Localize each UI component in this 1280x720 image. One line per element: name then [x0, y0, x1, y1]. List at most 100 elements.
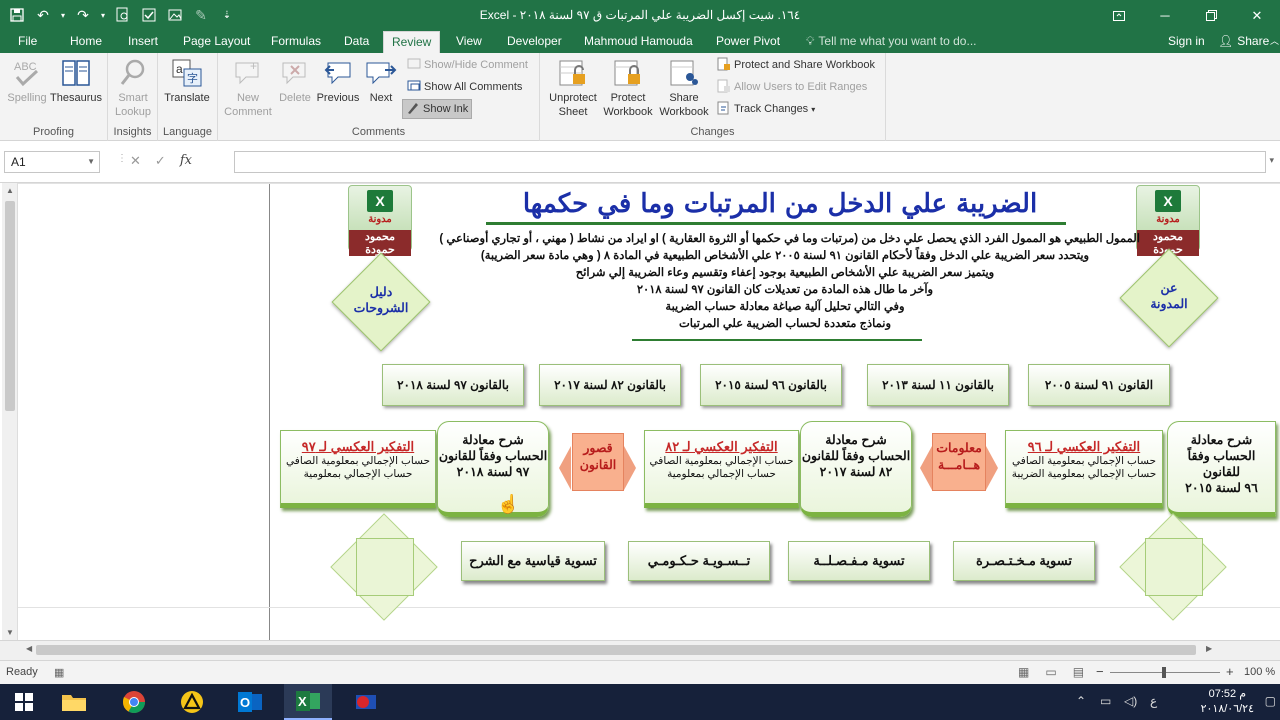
law-gaps-box[interactable]: قصور القانون — [572, 433, 624, 491]
new-comment-button[interactable]: + New Comment — [222, 57, 274, 119]
law-11-2013-button[interactable]: بالقانون ١١ لسنة ٢٠١٣ — [867, 364, 1009, 406]
system-clock[interactable]: 07:52 م ٢٠١٨/٠٦/٢٤ — [1201, 687, 1254, 717]
reverse-thinking-97-card[interactable]: التفكير العكسي لـ ٩٧ حساب الإجمالي بمعلو… — [280, 430, 436, 508]
show-all-comments-button[interactable]: Show All Comments — [404, 77, 525, 97]
vertical-scroll-thumb[interactable] — [5, 201, 15, 411]
law-97-2018-button[interactable]: بالقانون ٩٧ لسنة ٢٠١٨ — [382, 364, 524, 406]
tab-insert[interactable]: Insert — [120, 31, 166, 53]
spelling-button[interactable]: ABC Spelling — [2, 57, 52, 105]
notification-icon[interactable]: ▢ — [1265, 694, 1276, 708]
share-workbook-button[interactable]: Share Workbook — [656, 57, 712, 119]
show-ink-button[interactable]: Show Ink — [402, 99, 473, 119]
macro-recording-icon[interactable]: ▦ — [54, 666, 64, 679]
track-changes-button[interactable]: Track Changes ▾ — [714, 99, 818, 119]
tab-review[interactable]: Review — [383, 31, 440, 53]
tab-data[interactable]: Data — [336, 31, 377, 53]
equation-97-card[interactable]: شرح معادلة الحساب وفقاً للقانون ٩٧ لسنة … — [437, 421, 549, 517]
formula-input[interactable] — [234, 151, 1266, 173]
close-icon[interactable]: ✕ — [1234, 0, 1280, 31]
reverse-thinking-97-line-2: حساب الإجمالي بمعلومية — [303, 468, 413, 480]
equation-96-card[interactable]: شرح معادلة الحساب وفقاً للقانون ٩٦ لسنة … — [1167, 421, 1276, 517]
zoom-in-button[interactable]: + — [1226, 664, 1234, 679]
government-settlement-button[interactable]: تــسـويـة حـكـومـي — [628, 541, 770, 581]
excel-taskbar-icon[interactable]: X — [284, 684, 332, 720]
worksheet-area[interactable]: ▲ ▼ X مدونة محمود حمودة X مدونة محمود حم… — [0, 183, 1280, 640]
tab-home[interactable]: Home — [62, 31, 110, 53]
equation-82-card[interactable]: شرح معادلة الحساب وفقاً للقانون ٨٢ لسنة … — [800, 421, 912, 517]
ribbon-display-icon[interactable] — [1096, 0, 1142, 31]
zoom-level[interactable]: 100 % — [1244, 666, 1275, 678]
thesaurus-button[interactable]: Thesaurus — [50, 57, 102, 105]
detailed-settlement-button[interactable]: تسوية مـفـصـلــة — [788, 541, 930, 581]
minimize-icon[interactable]: ─ — [1142, 0, 1188, 31]
vertical-scrollbar[interactable]: ▲ ▼ — [2, 183, 18, 640]
smart-lookup-button[interactable]: Smart Lookup — [108, 57, 158, 119]
translate-button[interactable]: a字 Translate — [162, 57, 212, 105]
show-hide-comment-button[interactable]: Show/Hide Comment — [404, 55, 531, 75]
law-82-2017-button[interactable]: بالقانون ٨٢ لسنة ٢٠١٧ — [539, 364, 681, 406]
blog-logo-right[interactable]: X مدونة محمود حمودة — [1136, 185, 1200, 256]
restore-icon[interactable] — [1188, 0, 1234, 31]
equation-82-line-3: ٨٢ لسنة ٢٠١٧ — [819, 465, 893, 479]
volume-icon[interactable]: ◁) — [1124, 694, 1137, 708]
tab-formulas[interactable]: Formulas — [263, 31, 329, 53]
windows-start-icon[interactable] — [0, 684, 48, 720]
reverse-thinking-96-line-2: حساب الإجمالي بمعلومية الضريبة — [1011, 468, 1157, 480]
tab-file[interactable]: File — [10, 31, 45, 53]
allow-users-edit-ranges-button[interactable]: Allow Users to Edit Ranges — [714, 77, 870, 97]
scroll-down-icon[interactable]: ▼ — [2, 628, 18, 637]
reverse-thinking-96-card[interactable]: التفكير العكسي لـ ٩٦ حساب الإجمالي بمعلو… — [1005, 430, 1163, 508]
reverse-thinking-82-card[interactable]: التفكير العكسي لـ ٨٢ حساب الإجمالي بمعلو… — [644, 430, 799, 508]
chrome-icon[interactable] — [110, 684, 158, 720]
scroll-right-icon[interactable]: ▶ — [1206, 644, 1212, 653]
scroll-left-icon[interactable]: ◀ — [26, 644, 32, 653]
outlook-icon[interactable]: O — [226, 684, 274, 720]
autocad-icon[interactable] — [168, 684, 216, 720]
previous-comment-button[interactable]: Previous — [314, 57, 362, 105]
name-box[interactable]: A1 ▼ — [4, 151, 100, 173]
confirm-entry-icon[interactable]: ✓ — [155, 153, 166, 169]
horizontal-scrollbar[interactable]: ◀ ▶ — [0, 640, 1280, 660]
zoom-slider-knob[interactable] — [1162, 667, 1166, 678]
sign-in-link[interactable]: Sign in — [1160, 31, 1213, 53]
law-96-2015-button[interactable]: بالقانون ٩٦ لسنة ٢٠١٥ — [700, 364, 842, 406]
scroll-up-icon[interactable]: ▲ — [2, 186, 18, 195]
screen-recorder-icon[interactable] — [342, 684, 390, 720]
next-comment-button[interactable]: Next — [358, 57, 404, 105]
tab-page-layout[interactable]: Page Layout — [175, 31, 258, 53]
brief-settlement-button[interactable]: تسوية مـخـتـصـرة — [953, 541, 1095, 581]
decor-square-left — [356, 538, 414, 596]
insert-function-icon[interactable]: fx — [180, 153, 192, 169]
tab-mahmoud-hamouda[interactable]: Mahmoud Hamouda — [576, 31, 701, 53]
collapse-ribbon-icon[interactable]: ︿ — [1262, 31, 1280, 53]
cancel-entry-icon[interactable]: ✕ — [130, 153, 141, 169]
protect-share-workbook-button[interactable]: Protect and Share Workbook — [714, 55, 878, 75]
network-icon[interactable]: ▭ — [1100, 694, 1111, 708]
blog-logo-left[interactable]: X مدونة محمود حمودة — [348, 185, 412, 256]
standard-settlement-button[interactable]: تسوية قياسية مع الشرح — [461, 541, 605, 581]
delete-comment-button[interactable]: Delete — [270, 57, 320, 105]
tab-developer[interactable]: Developer — [499, 31, 570, 53]
formula-bar-grip-icon[interactable]: ⋮ — [117, 153, 127, 164]
zoom-slider[interactable] — [1110, 667, 1220, 678]
tab-view[interactable]: View — [448, 31, 490, 53]
horizontal-scroll-thumb[interactable] — [36, 645, 1196, 655]
protect-workbook-button[interactable]: Protect Workbook — [600, 57, 656, 119]
page-layout-view-icon[interactable]: ▭ — [1045, 665, 1056, 679]
input-language-indicator[interactable]: ع — [1150, 694, 1157, 708]
file-explorer-icon[interactable] — [50, 684, 98, 720]
law-91-2005-button[interactable]: القانون ٩١ لسنة ٢٠٠٥ — [1028, 364, 1170, 406]
track-changes-icon — [717, 101, 731, 115]
expand-formula-bar-icon[interactable]: ▾ — [1269, 155, 1274, 166]
page-break-view-icon[interactable]: ▤ — [1073, 665, 1084, 679]
about-label[interactable]: عن المدونة — [1142, 280, 1196, 312]
important-info-box[interactable]: معلومات هــامـــة — [932, 433, 986, 491]
normal-view-icon[interactable]: ▦ — [1018, 665, 1029, 679]
tell-me-box[interactable]: 💡︎ Tell me what you want to do... — [798, 31, 985, 53]
guide-label[interactable]: دليل الشروحات — [346, 284, 416, 316]
name-box-dropdown-icon[interactable]: ▼ — [87, 152, 95, 172]
unprotect-sheet-button[interactable]: Unprotect Sheet — [546, 57, 600, 119]
zoom-out-button[interactable]: − — [1096, 664, 1104, 679]
tab-power-pivot[interactable]: Power Pivot — [708, 31, 788, 53]
tray-arrow-icon[interactable]: ⌃ — [1076, 694, 1086, 708]
